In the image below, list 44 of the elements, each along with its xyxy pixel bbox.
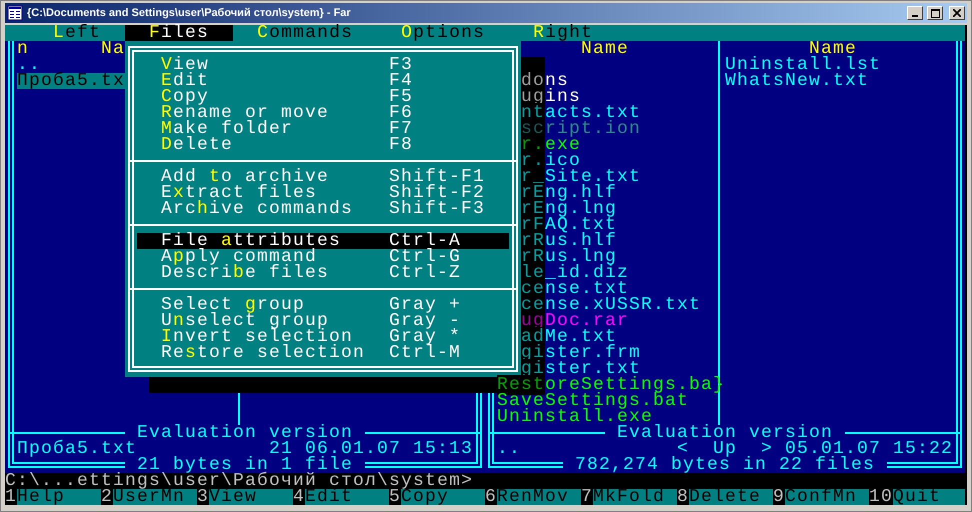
file-name[interactable]: Проба5.tx — [17, 73, 126, 89]
menu-item[interactable]: Add to archive Shift-F1 — [137, 169, 509, 185]
maximize-icon — [930, 8, 940, 18]
menu-item[interactable]: View F3 — [137, 57, 509, 73]
menu-item[interactable]: Invert selection Gray * — [137, 329, 509, 345]
app-icon — [7, 5, 23, 21]
minimize-button[interactable] — [907, 6, 923, 20]
menu-bar-item[interactable]: Options — [377, 25, 510, 41]
column-header[interactable]: Name — [809, 41, 857, 57]
menu-item[interactable]: Archive commands Shift-F3 — [137, 201, 509, 217]
menu-item[interactable]: Select group Gray + — [137, 297, 509, 313]
menu-item[interactable]: Unselect group Gray - — [137, 313, 509, 329]
file-name[interactable]: .. — [17, 57, 42, 73]
file-info-name: .. — [497, 441, 522, 457]
column-header[interactable]: Na — [101, 41, 125, 57]
menu-bar-item[interactable]: Files — [125, 25, 234, 41]
menu-bar-item[interactable]: Right — [509, 25, 618, 41]
file-info-details: 21 06.01.07 15:13 — [268, 441, 473, 457]
menu-item[interactable]: Apply command Ctrl-G — [137, 249, 509, 265]
file-info-name: Проба5.txt — [17, 441, 138, 457]
menu-item[interactable]: Make folder F7 — [137, 121, 509, 137]
menu-item[interactable]: Copy F5 — [137, 89, 509, 105]
close-icon — [953, 9, 961, 17]
panel-summary: 21 bytes in 1 file — [124, 457, 366, 473]
panel-summary: 782,274 bytes in 22 files — [562, 457, 888, 473]
file-name[interactable]: SaveSettings.bat — [497, 393, 690, 409]
maximize-button[interactable] — [927, 6, 943, 20]
menu-item[interactable]: Describe files Ctrl-Z — [137, 265, 509, 281]
close-button[interactable] — [949, 6, 965, 20]
menu-item[interactable]: Restore selection Ctrl-M — [137, 345, 509, 361]
file-info-details: < Up > 05.01.07 15:22 — [676, 441, 953, 457]
menu-item[interactable]: Extract files Shift-F2 — [137, 185, 509, 201]
menu-item[interactable]: Delete F8 — [137, 137, 509, 153]
menu-bar-item[interactable]: Commands — [233, 25, 378, 41]
column-header[interactable]: n — [17, 41, 29, 57]
menu-item[interactable]: File attributes Ctrl-A — [137, 233, 509, 249]
window-title: {C:\Documents and Settings\user\Рабочий стол\system} - Far — [27, 7, 352, 19]
menu-bar-item[interactable]: Left — [29, 25, 126, 41]
menu-item[interactable]: Edit F4 — [137, 73, 509, 89]
menu-item[interactable]: Rename or move F6 — [137, 105, 509, 121]
file-name[interactable]: WhatsNew.txt — [725, 73, 870, 89]
column-header[interactable]: Name — [581, 41, 629, 57]
file-name[interactable]: Uninstall.exe — [497, 409, 654, 425]
file-name[interactable]: Uninstall.lst — [725, 57, 882, 73]
